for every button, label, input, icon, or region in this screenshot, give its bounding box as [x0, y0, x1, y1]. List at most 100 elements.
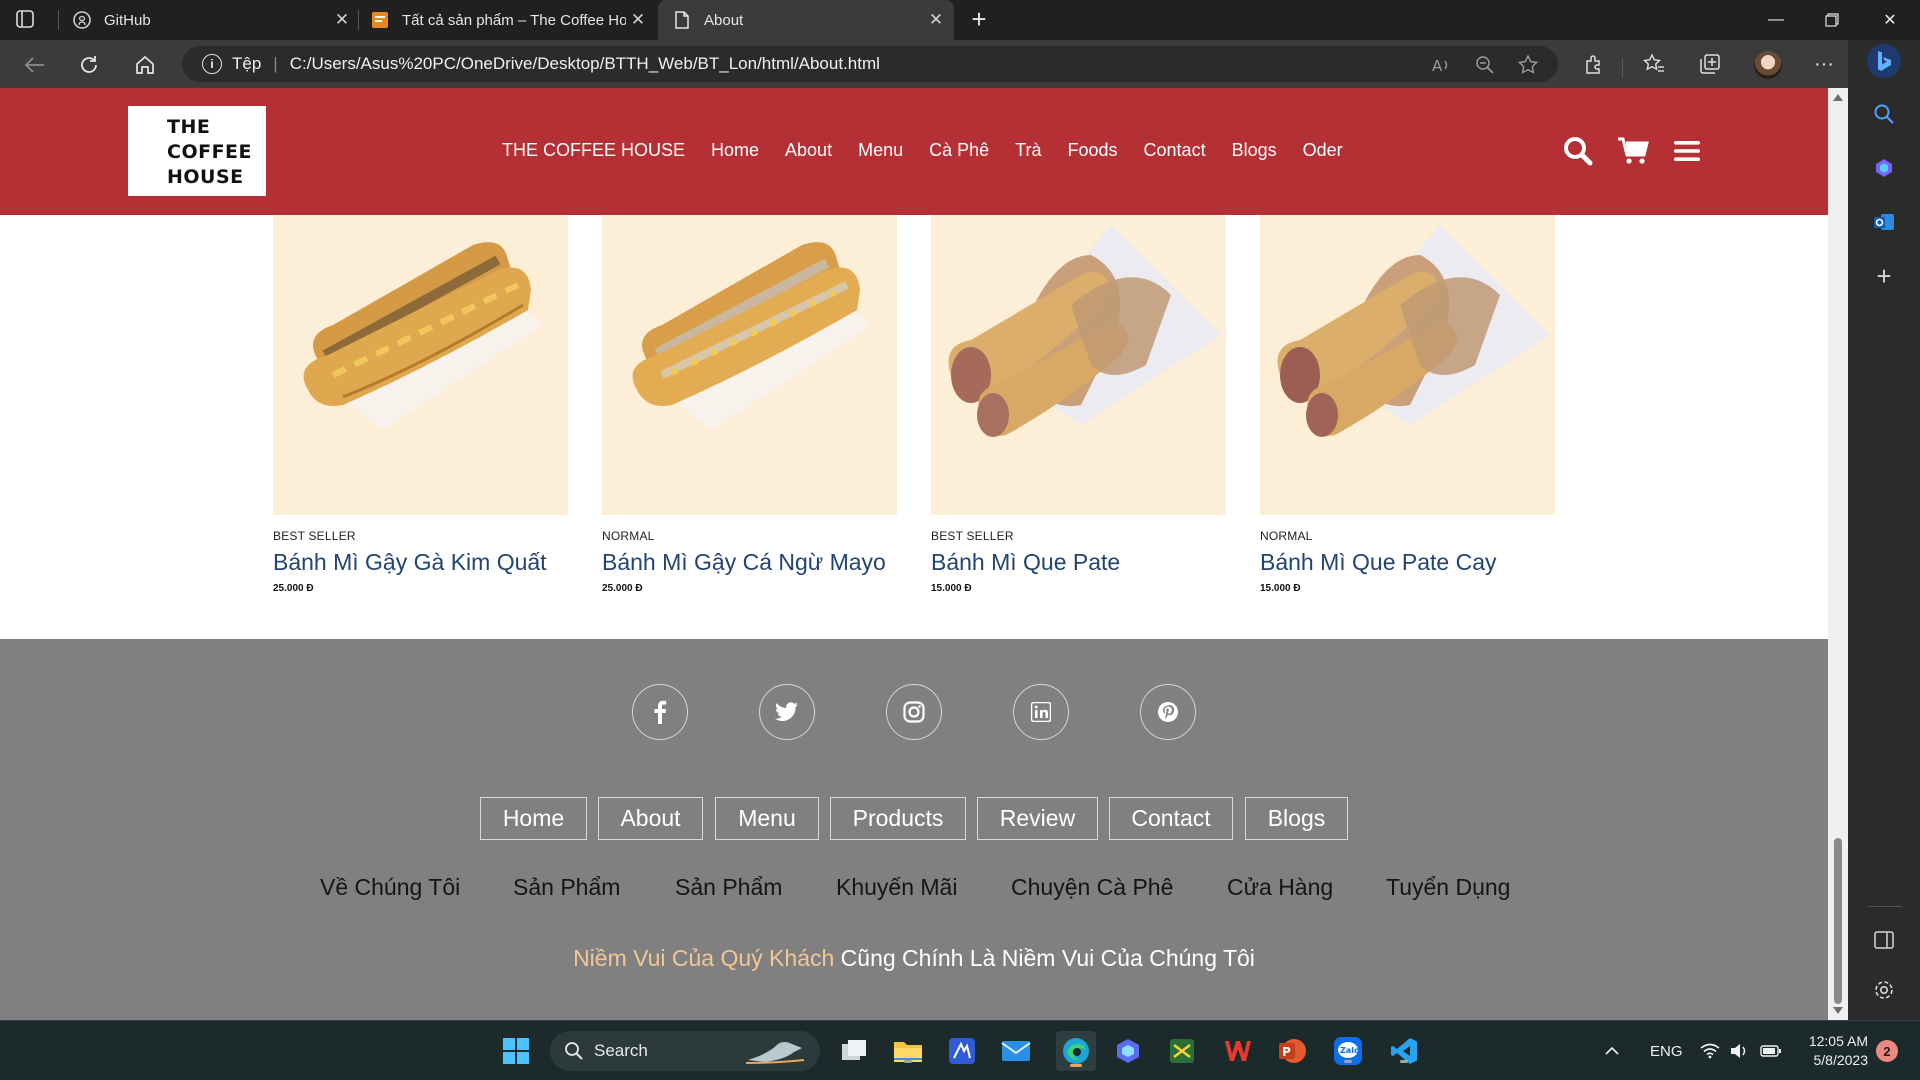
product-name[interactable]: Bánh Mì Gậy Cá Ngừ Mayo [602, 549, 897, 576]
footer-link-about-us[interactable]: Về Chúng Tôi [320, 874, 460, 901]
more-menu-icon[interactable]: ··· [1810, 50, 1838, 78]
page-scrollbar[interactable] [1828, 88, 1848, 1020]
product-name[interactable]: Bánh Mì Que Pate [931, 549, 1226, 576]
windows-start-icon[interactable] [500, 1035, 532, 1067]
footer-link-coffee-stories[interactable]: Chuyện Cà Phê [1011, 874, 1173, 901]
product-card[interactable]: BEST SELLER Bánh Mì Gậy Gà Kim Quất 25.0… [273, 215, 568, 594]
taskbar-search[interactable]: Search [550, 1031, 820, 1071]
back-icon[interactable] [20, 50, 50, 80]
wifi-icon[interactable] [1700, 1021, 1720, 1080]
scroll-up-icon[interactable] [1833, 94, 1843, 101]
instagram-icon[interactable] [886, 684, 942, 740]
product-name[interactable]: Bánh Mì Gậy Gà Kim Quất [273, 549, 568, 576]
close-tab-icon[interactable]: ✕ [924, 10, 948, 30]
tab-coffee-house[interactable]: Tất cả sản phẩm – The Coffee House ✕ [370, 0, 650, 40]
nav-blogs[interactable]: Blogs [1232, 140, 1277, 161]
nav-oder[interactable]: Oder [1303, 140, 1343, 161]
facebook-icon[interactable] [632, 684, 688, 740]
mail-icon[interactable] [1000, 1035, 1032, 1067]
product-card[interactable]: NORMAL Bánh Mì Gậy Cá Ngừ Mayo 25.000 Đ [602, 215, 897, 594]
outlook-icon[interactable] [1870, 208, 1898, 236]
close-tab-icon[interactable]: ✕ [626, 10, 650, 30]
footer-nav-products[interactable]: Products [830, 797, 966, 840]
baguette-tuna-image[interactable] [602, 215, 897, 515]
nav-brand[interactable]: THE COFFEE HOUSE [502, 140, 685, 161]
bing-chat-icon[interactable] [1867, 44, 1901, 78]
product-card[interactable]: BEST SELLER Bánh Mì Que Pate 15.000 Đ [931, 215, 1226, 594]
vscode-icon[interactable] [1388, 1035, 1420, 1067]
add-favorite-icon[interactable] [1518, 55, 1540, 75]
search-sidebar-icon[interactable] [1870, 100, 1898, 128]
hide-sidebar-icon[interactable] [1870, 926, 1898, 954]
nav-about[interactable]: About [785, 140, 832, 161]
nav-ca-phe[interactable]: Cà Phê [929, 140, 989, 161]
baguette-chicken-image[interactable] [273, 215, 568, 515]
bing-copilot-icon[interactable] [1112, 1035, 1144, 1067]
footer-link-careers[interactable]: Tuyển Dụng [1386, 874, 1510, 901]
footer-link-stores[interactable]: Cửa Hàng [1227, 874, 1333, 901]
footer-nav-menu[interactable]: Menu [715, 797, 819, 840]
nav-foods[interactable]: Foods [1068, 140, 1118, 161]
info-icon[interactable]: i [202, 54, 222, 74]
footer-nav-about[interactable]: About [598, 797, 703, 840]
restore-icon[interactable] [1804, 0, 1860, 40]
tray-overflow-icon[interactable] [1604, 1021, 1620, 1080]
search-icon[interactable] [1562, 135, 1594, 167]
scroll-down-icon[interactable] [1833, 1007, 1843, 1014]
tab-github[interactable]: GitHub ✕ [72, 0, 354, 40]
scroll-thumb[interactable] [1834, 838, 1842, 1004]
site-logo[interactable]: THE COFFEE HOUSE [128, 106, 266, 196]
favorites-icon[interactable] [1640, 50, 1668, 78]
collections-icon[interactable] [1696, 50, 1724, 78]
snipping-tool-icon[interactable] [1166, 1035, 1198, 1067]
footer-nav-blogs[interactable]: Blogs [1245, 797, 1348, 840]
profile-avatar[interactable] [1754, 51, 1782, 79]
footer-link-promotions[interactable]: Khuyến Mãi [836, 874, 957, 901]
zalo-icon[interactable]: Zalo [1332, 1035, 1364, 1067]
close-window-icon[interactable]: ✕ [1862, 0, 1918, 40]
product-card[interactable]: NORMAL Bánh Mì Que Pate Cay 15.000 Đ [1260, 215, 1555, 594]
settings-icon[interactable] [1870, 976, 1898, 1004]
tab-about[interactable]: About ✕ [658, 0, 954, 40]
nav-home[interactable]: Home [711, 140, 759, 161]
footer-nav-review[interactable]: Review [977, 797, 1098, 840]
language-indicator[interactable]: ENG [1650, 1021, 1683, 1080]
new-tab-icon[interactable]: + [964, 4, 994, 34]
address-url[interactable]: C:/Users/Asus%20PC/OneDrive/Desktop/BTTH… [290, 54, 880, 74]
nav-contact[interactable]: Contact [1144, 140, 1206, 161]
taskbar-clock[interactable]: 12:05 AM 5/8/2023 [1796, 1032, 1868, 1070]
read-aloud-icon[interactable]: A [1430, 55, 1452, 75]
zoom-out-icon[interactable] [1474, 55, 1496, 75]
powerpoint-icon[interactable]: P [1276, 1035, 1308, 1067]
footer-link-products-2[interactable]: Sản Phẩm [675, 874, 782, 901]
tab-actions-icon[interactable] [16, 10, 44, 30]
edge-icon[interactable] [1056, 1031, 1096, 1071]
stick-bread-pate-image[interactable] [931, 215, 1226, 515]
home-icon[interactable] [130, 50, 160, 80]
footer-nav-home[interactable]: Home [480, 797, 587, 840]
pinterest-icon[interactable] [1140, 684, 1196, 740]
refresh-icon[interactable] [74, 50, 104, 80]
add-sidebar-icon[interactable]: + [1870, 261, 1898, 291]
close-tab-icon[interactable]: ✕ [330, 10, 354, 30]
twitter-icon[interactable] [759, 684, 815, 740]
footer-nav-contact[interactable]: Contact [1109, 797, 1233, 840]
nav-tra[interactable]: Trà [1015, 140, 1041, 161]
file-explorer-icon[interactable] [892, 1035, 924, 1067]
nav-menu[interactable]: Menu [858, 140, 903, 161]
design-app-icon[interactable] [946, 1035, 978, 1067]
task-view-icon[interactable] [838, 1035, 870, 1067]
battery-icon[interactable] [1760, 1021, 1782, 1080]
stick-bread-pate-spicy-image[interactable] [1260, 215, 1555, 515]
linkedin-icon[interactable] [1013, 684, 1069, 740]
footer-link-products[interactable]: Sản Phẩm [513, 874, 620, 901]
menu-bars-icon[interactable] [1671, 135, 1703, 167]
minimize-icon[interactable]: — [1748, 0, 1804, 40]
wps-office-icon[interactable] [1222, 1035, 1254, 1067]
copilot-icon[interactable] [1870, 154, 1898, 182]
product-name[interactable]: Bánh Mì Que Pate Cay [1260, 549, 1555, 576]
cart-icon[interactable] [1617, 135, 1649, 167]
notification-badge[interactable]: 2 [1876, 1040, 1898, 1062]
extensions-icon[interactable] [1580, 50, 1608, 78]
volume-icon[interactable] [1730, 1021, 1750, 1080]
